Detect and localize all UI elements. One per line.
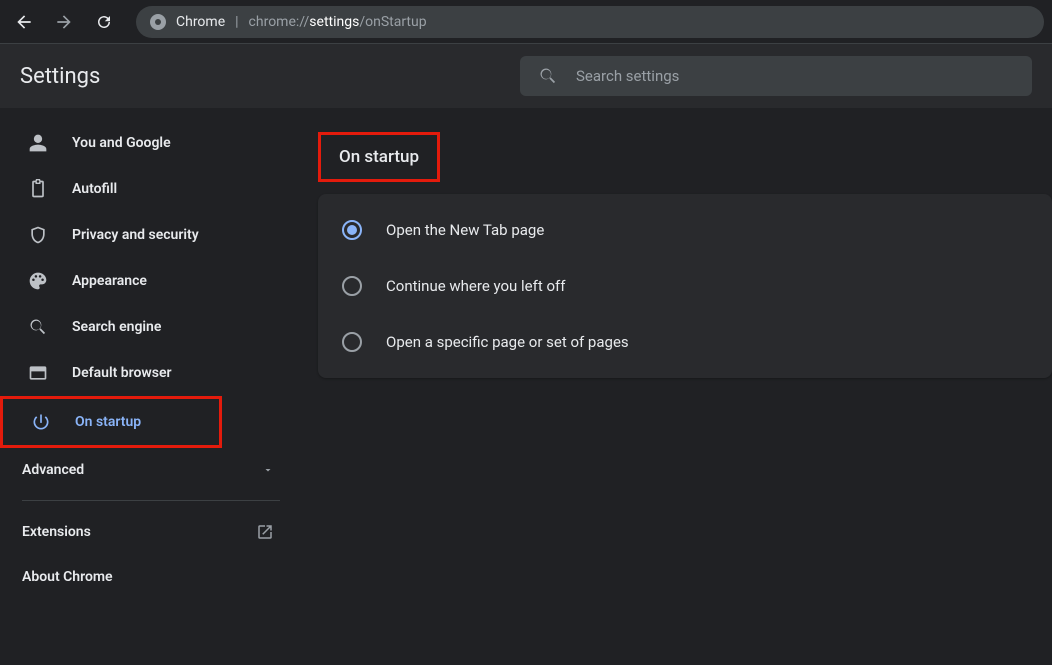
sidebar-item-default-browser[interactable]: Default browser xyxy=(0,350,302,396)
chrome-icon xyxy=(150,14,166,30)
settings-main: On startup Open the New Tab page Continu… xyxy=(310,108,1052,665)
settings-sidebar: You and Google Autofill Privacy and secu… xyxy=(0,108,310,665)
section-heading: On startup xyxy=(339,147,419,167)
highlight-heading-on-startup: On startup xyxy=(318,132,440,182)
back-button[interactable] xyxy=(8,6,40,38)
radio-icon xyxy=(342,332,362,352)
chevron-down-icon xyxy=(262,464,274,476)
page-title: Settings xyxy=(20,64,520,89)
sidebar-item-privacy[interactable]: Privacy and security xyxy=(0,212,302,258)
search-placeholder: Search settings xyxy=(576,67,679,85)
url-host: settings xyxy=(309,14,359,30)
sidebar-item-label: Search engine xyxy=(72,319,161,335)
sidebar-item-label: On startup xyxy=(75,414,141,430)
sidebar-item-on-startup[interactable]: On startup xyxy=(3,399,219,445)
clipboard-icon xyxy=(28,179,48,199)
browser-icon xyxy=(28,363,48,383)
sidebar-item-autofill[interactable]: Autofill xyxy=(0,166,302,212)
sidebar-item-appearance[interactable]: Appearance xyxy=(0,258,302,304)
radio-label: Continue where you left off xyxy=(386,277,565,295)
sidebar-extensions[interactable]: Extensions xyxy=(0,509,302,555)
sidebar-about-chrome[interactable]: About Chrome xyxy=(0,555,302,599)
radio-option-specific-pages[interactable]: Open a specific page or set of pages xyxy=(318,314,1052,370)
url-scheme: chrome:// xyxy=(249,14,310,30)
highlight-sidebar-on-startup: On startup xyxy=(0,396,222,448)
sidebar-about-label: About Chrome xyxy=(22,569,113,585)
search-icon xyxy=(538,66,558,86)
sidebar-item-label: Default browser xyxy=(72,365,172,381)
url-path: /onStartup xyxy=(359,14,426,30)
power-icon xyxy=(31,412,51,432)
search-icon xyxy=(28,317,48,337)
radio-icon xyxy=(342,220,362,240)
sidebar-item-label: You and Google xyxy=(72,135,171,151)
open-external-icon xyxy=(256,523,274,541)
palette-icon xyxy=(28,271,48,291)
sidebar-extensions-label: Extensions xyxy=(22,524,91,540)
sidebar-item-you-and-google[interactable]: You and Google xyxy=(0,120,302,166)
sidebar-item-label: Appearance xyxy=(72,273,147,289)
settings-header: Settings Search settings xyxy=(0,44,1052,108)
search-input[interactable]: Search settings xyxy=(520,56,1032,96)
radio-icon xyxy=(342,276,362,296)
browser-toolbar: Chrome | chrome://settings/onStartup xyxy=(0,0,1052,44)
sidebar-advanced-label: Advanced xyxy=(22,462,84,478)
sidebar-item-label: Privacy and security xyxy=(72,227,199,243)
radio-label: Open the New Tab page xyxy=(386,221,544,239)
on-startup-card: Open the New Tab page Continue where you… xyxy=(318,194,1052,378)
address-bar[interactable]: Chrome | chrome://settings/onStartup xyxy=(136,6,1044,38)
omnibox-divider: | xyxy=(235,14,238,30)
omnibox-site-label: Chrome xyxy=(176,14,225,30)
reload-button[interactable] xyxy=(88,6,120,38)
person-icon xyxy=(28,133,48,153)
sidebar-divider xyxy=(22,500,280,501)
forward-button[interactable] xyxy=(48,6,80,38)
sidebar-item-label: Autofill xyxy=(72,181,117,197)
shield-icon xyxy=(28,225,48,245)
radio-option-new-tab[interactable]: Open the New Tab page xyxy=(318,202,1052,258)
sidebar-item-search-engine[interactable]: Search engine xyxy=(0,304,302,350)
sidebar-advanced-toggle[interactable]: Advanced xyxy=(0,448,302,492)
radio-label: Open a specific page or set of pages xyxy=(386,333,629,351)
radio-option-continue[interactable]: Continue where you left off xyxy=(318,258,1052,314)
omnibox-url: chrome://settings/onStartup xyxy=(249,14,427,30)
